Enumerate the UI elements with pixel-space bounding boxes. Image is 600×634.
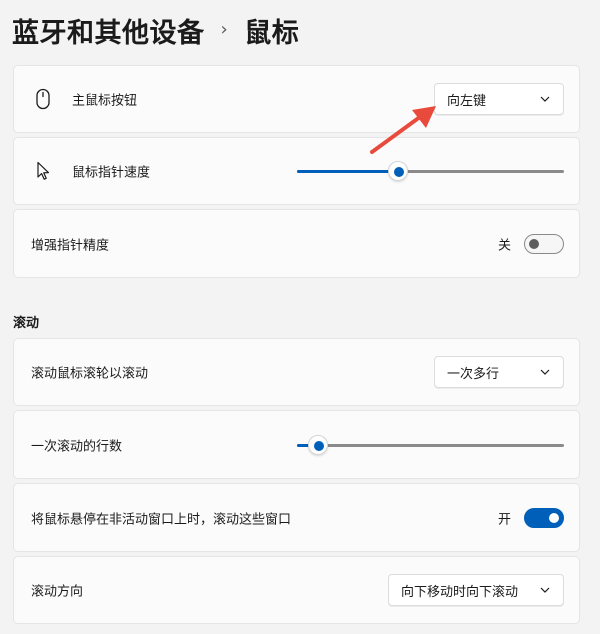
pointer-icon: [33, 160, 53, 182]
section-title-scroll: 滚动: [13, 316, 40, 331]
primary-button-card: 主鼠标按钮 向左键: [13, 65, 580, 133]
toggle-knob: [529, 238, 539, 249]
chevron-down-icon: [540, 369, 550, 375]
scroll-direction-dropdown[interactable]: 向下移动时向下滚动: [388, 574, 564, 606]
slider-track: [297, 443, 564, 447]
breadcrumb: 蓝牙和其他设备 › 鼠标: [12, 8, 299, 52]
pointer-speed-card: 鼠标指针速度: [13, 137, 580, 205]
slider-thumb[interactable]: [388, 161, 409, 181]
scroll-direction-card: 滚动方向 向下移动时向下滚动: [13, 556, 580, 624]
inactive-windows-card: 将鼠标悬停在非活动窗口上时，滚动这些窗口 开: [13, 483, 580, 552]
toggle-knob: [549, 512, 559, 523]
inactive-windows-toggle[interactable]: [524, 507, 564, 528]
scroll-direction-value: 向下移动时向下滚动: [401, 584, 519, 600]
inactive-windows-state: 开: [498, 512, 512, 527]
breadcrumb-separator-icon: ›: [220, 18, 229, 40]
annotation-arrow-icon: [370, 106, 436, 154]
primary-button-value: 向左键: [447, 93, 487, 109]
chevron-down-icon: [540, 96, 550, 102]
pointer-speed-label: 鼠标指针速度: [72, 165, 151, 181]
enhance-precision-label: 增强指针精度: [31, 238, 110, 253]
chevron-down-icon: [540, 587, 550, 593]
pointer-speed-slider[interactable]: [297, 161, 564, 181]
primary-button-dropdown[interactable]: 向左键: [434, 83, 564, 115]
scroll-direction-label: 滚动方向: [31, 584, 84, 600]
inactive-windows-label: 将鼠标悬停在非活动窗口上时，滚动这些窗口: [31, 512, 292, 527]
lines-per-scroll-slider[interactable]: [297, 434, 564, 455]
page-title: 鼠标: [244, 17, 300, 49]
lines-per-scroll-card: 一次滚动的行数: [13, 410, 580, 479]
wheel-scroll-label: 滚动鼠标滚轮以滚动: [31, 366, 149, 382]
wheel-scroll-dropdown[interactable]: 一次多行: [434, 356, 564, 388]
enhance-precision-card: 增强指针精度 关: [13, 209, 580, 278]
lines-per-scroll-label: 一次滚动的行数: [31, 439, 123, 454]
primary-button-label: 主鼠标按钮: [72, 93, 138, 109]
slider-fill: [297, 170, 399, 173]
enhance-precision-toggle[interactable]: [524, 233, 564, 254]
mouse-icon: [33, 88, 53, 110]
slider-thumb[interactable]: [308, 434, 329, 455]
settings-page: 蓝牙和其他设备 › 鼠标 主鼠标按钮 向左键 鼠标指针速度 增强指针精度 关 滚…: [0, 0, 600, 634]
enhance-precision-state: 关: [498, 238, 512, 253]
wheel-scroll-value: 一次多行: [447, 366, 500, 382]
breadcrumb-parent[interactable]: 蓝牙和其他设备: [12, 11, 205, 50]
wheel-scroll-card: 滚动鼠标滚轮以滚动 一次多行: [13, 338, 580, 406]
